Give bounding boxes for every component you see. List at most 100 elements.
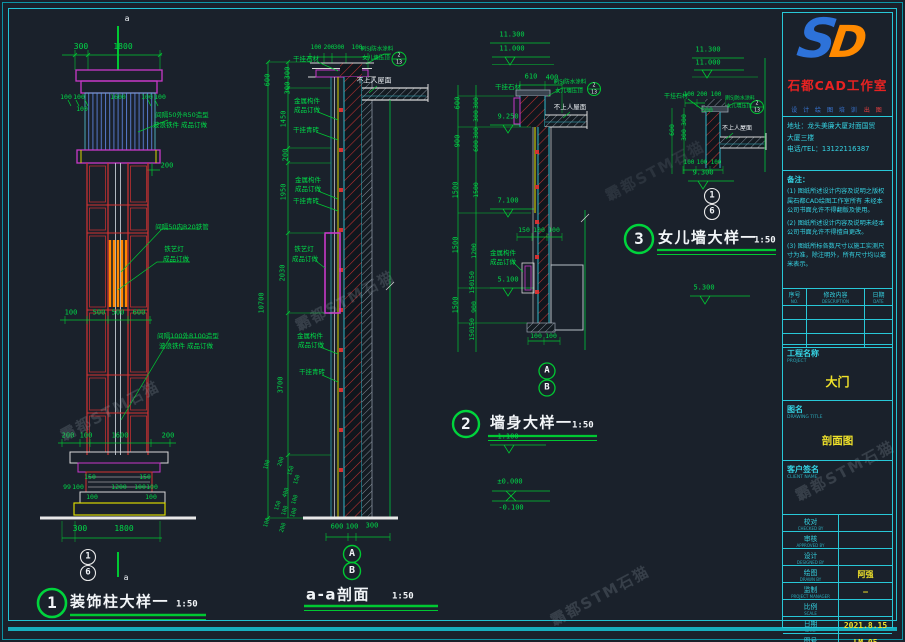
grid-bubble: 1: [709, 192, 714, 201]
dim-label: 150: [139, 474, 151, 481]
dim-label: 100: [145, 494, 157, 501]
address-line2: 大厦三楼: [787, 133, 888, 145]
detail-callout-sheet: 13: [591, 90, 597, 95]
level-label: ±0.000: [497, 479, 522, 486]
dim-label: 200: [62, 433, 75, 440]
revision-header-cell: 日期 DATE: [865, 289, 892, 306]
signoff-row: 校对CHECKED BY: [783, 515, 892, 532]
grid-bubble: 6: [85, 569, 90, 578]
cad-sheet: a 300 1800 100 100 1600 100 100 100 200 …: [0, 0, 905, 642]
level-label: 9.250: [497, 114, 518, 121]
dim-label: 300: [285, 82, 292, 95]
studio-tagline: 设 计 绘 图 培 训 出 图: [783, 97, 892, 116]
dim-label: 100: [697, 160, 708, 166]
signoff-row: 绘图DRAWN BY 阿强: [783, 566, 892, 583]
dim-label: 600: [669, 124, 676, 136]
annotation: 金属构件: [490, 250, 516, 257]
dim-label: 2030: [280, 265, 287, 282]
dim-label: 100: [76, 106, 88, 113]
signoff-row: 比例SCALE: [783, 600, 892, 617]
project-label-en: PROJECT: [787, 359, 888, 364]
drawing-title: 墙身大样一: [490, 416, 573, 431]
phone-line: 电话/TEL：13122116387: [787, 144, 888, 156]
dim-label: 300: [334, 45, 345, 51]
drawing-title-value: 剖面图: [783, 433, 892, 448]
dim-label: 300: [473, 127, 480, 139]
level-label: 7.100: [497, 198, 518, 205]
dim-label: 300: [473, 97, 480, 109]
note-item: (2) 图纸所述设计内容及说明未经本公司书面允许不得擅自更改。: [787, 219, 888, 238]
dim-label: 200: [161, 163, 174, 170]
annotation: 干挂石材: [495, 84, 521, 91]
client-section: 客户签名 CLIENT NAME: [783, 461, 892, 515]
annotation: 成品订做: [292, 256, 318, 263]
dim-label: 1200: [111, 484, 127, 491]
annotation: 间隔50内R20铁管: [155, 224, 209, 231]
dim-label: 600: [455, 97, 462, 110]
tagline-services: 设 计 绘 图 培 训: [791, 107, 859, 114]
annotation: 刷SJ防水涂料: [361, 47, 394, 53]
signoff-value: 阿强: [839, 566, 892, 582]
annotation: 铁艺灯: [164, 246, 184, 253]
revision-cell: [807, 306, 865, 320]
revision-cell: [865, 320, 892, 334]
dim-label: 600: [331, 524, 344, 531]
project-value: 大门: [783, 373, 892, 390]
project-label-zh: 工程名称: [787, 348, 888, 359]
annotation: 波浪铁件 成品订做: [153, 122, 207, 129]
revision-cell: [783, 306, 807, 320]
dim-label: 1800: [114, 525, 133, 533]
annotation: 不上人屋面: [722, 126, 752, 132]
annotation: 金属构件: [294, 98, 320, 105]
dim-label: 500: [93, 310, 106, 317]
dim-label: 3700: [278, 377, 285, 394]
dim-label: 1500: [453, 297, 460, 314]
signoff-value: [839, 600, 892, 616]
dim-label: 100: [154, 94, 166, 101]
dim-label: 1800: [113, 43, 132, 51]
studio-name: 石都CAD工作室: [783, 75, 892, 94]
grid-bubble: 1: [85, 553, 90, 562]
dim-label: 900: [471, 301, 478, 313]
dim-label: 100: [711, 92, 722, 98]
annotation: 间隔100外R100造型: [157, 333, 219, 340]
signoff-row: 日期DATE 2021.8.15: [783, 617, 892, 634]
dim-label: 300: [74, 43, 88, 51]
revision-cell: [865, 306, 892, 320]
dim-label: 300: [681, 129, 688, 141]
dim-label: 100: [72, 484, 84, 491]
signoff-row: 设计DESIGNED BY: [783, 549, 892, 566]
revision-header: 序号 NO. 修改内容 DESCRIPTION 日期 DATE: [783, 289, 892, 306]
dim-label: 300: [473, 110, 480, 122]
dim-label: 100: [73, 94, 85, 101]
project-section: 工程名称 PROJECT 大门: [783, 345, 892, 401]
dim-label: 1200: [471, 243, 478, 259]
signoff-value: [839, 515, 892, 531]
dim-label: 10700: [259, 292, 266, 313]
dim-label: 1600: [112, 433, 129, 440]
title-block: D S 石都CAD工作室 设 计 绘 图 培 训 出 图 地址：龙头美廉大厦对面…: [782, 12, 893, 628]
dim-label: 1600: [110, 94, 126, 101]
signoff-value: [839, 549, 892, 565]
annotation: 不上人屋面: [554, 104, 587, 111]
grid-bubble: A: [349, 549, 355, 559]
drawing-scale: 1:50: [572, 422, 594, 431]
dim-label: 200: [162, 433, 175, 440]
level-label: 9.300: [692, 170, 713, 177]
drawing-title-label-zh: 图名: [787, 404, 888, 415]
grid-bubble: A: [544, 367, 549, 376]
annotation: 女儿墙压顶: [726, 105, 751, 110]
client-label-en: CLIENT NAME: [787, 475, 888, 480]
tagline-output: 出 图: [864, 107, 884, 114]
annotation: 女儿墙压顶: [362, 56, 390, 62]
dim-label: 610: [525, 74, 538, 81]
level-label: 11.000: [695, 60, 720, 67]
contact-section: 地址：龙头美廉大厦对面国贸 大厦三楼 电话/TEL：13122116387: [783, 117, 892, 171]
detail-callout-number: 2: [397, 53, 400, 58]
dim-label: 150: [518, 227, 530, 234]
detail-number: 2: [461, 416, 471, 432]
note-item: (1) 图纸所述设计内容及说明之版权属石都CAD绘图工作室所有 未经本公司书面允…: [787, 187, 888, 215]
dim-label: 200: [697, 92, 708, 98]
dim-label: 100: [311, 45, 322, 51]
annotation: 女儿墙压顶: [555, 89, 583, 95]
